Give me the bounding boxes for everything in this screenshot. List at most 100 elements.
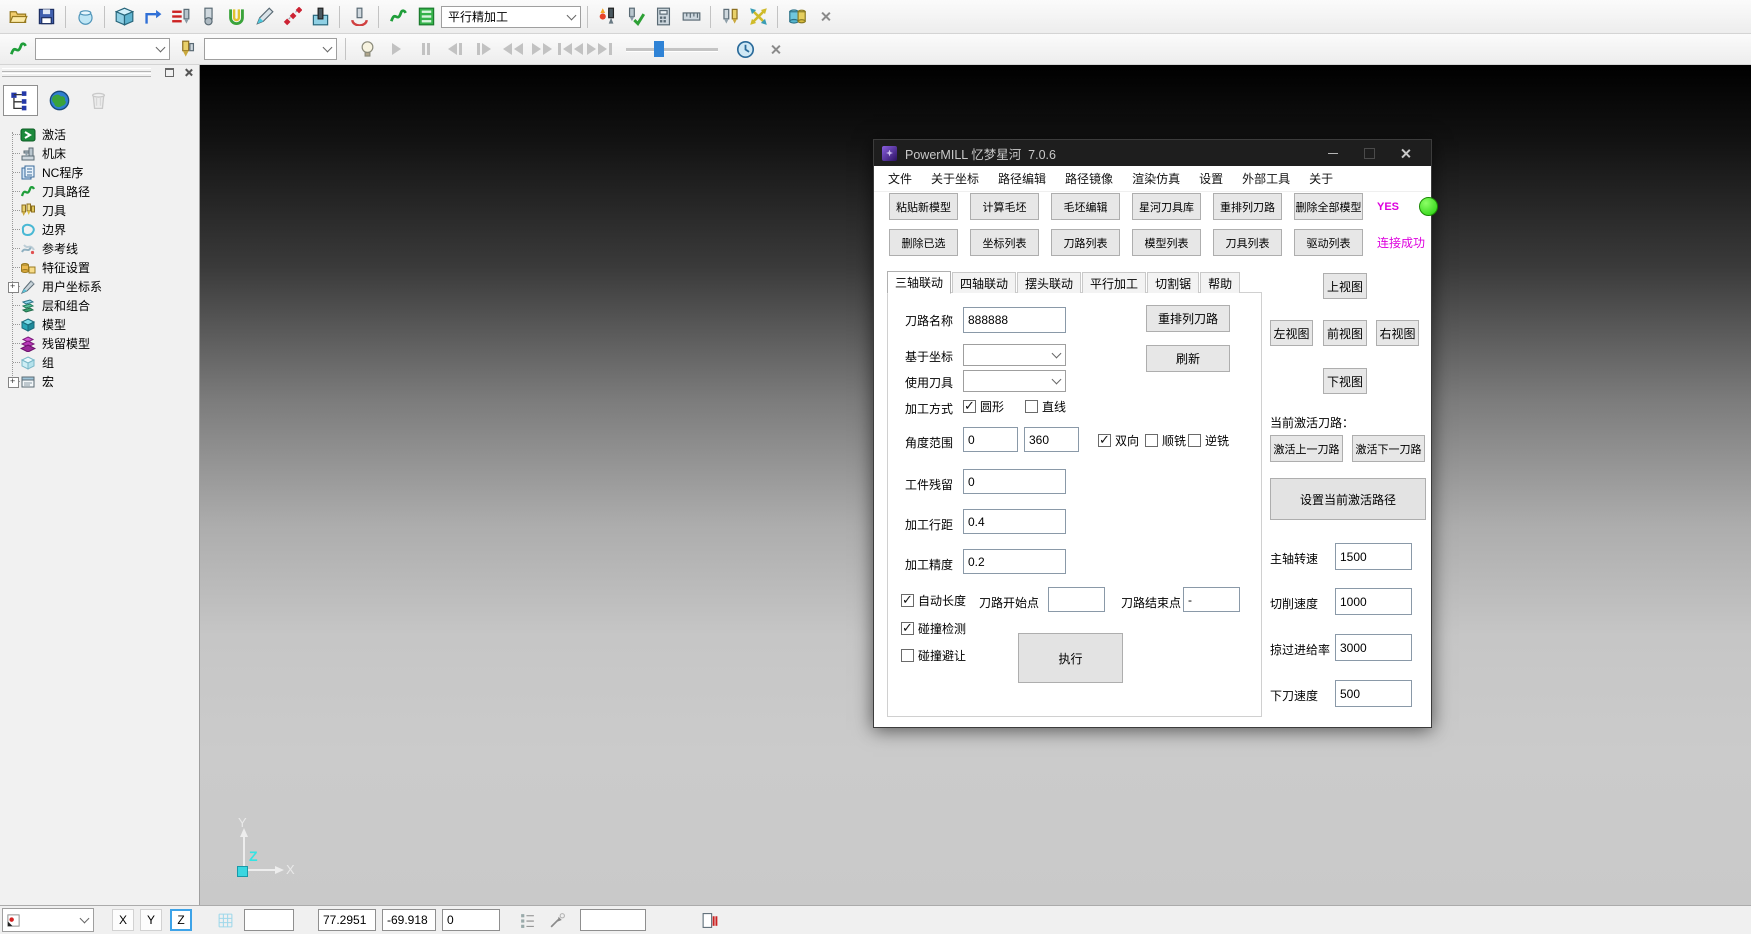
checkbox-checked-icon[interactable] bbox=[963, 400, 976, 413]
model-list-button[interactable]: 模型列表 bbox=[1132, 229, 1201, 256]
pointer-snap-icon[interactable] bbox=[544, 908, 570, 932]
tab-parallel[interactable]: 平行加工 bbox=[1082, 272, 1146, 293]
use-tool-combo[interactable] bbox=[963, 370, 1066, 392]
collision-avoid-checkbox[interactable]: 碰撞避让 bbox=[901, 647, 966, 664]
angle-to-input[interactable]: 360 bbox=[1024, 427, 1079, 452]
close-button[interactable] bbox=[1387, 140, 1423, 166]
stock-allowance-input[interactable]: 0 bbox=[963, 469, 1066, 494]
toolpath-list-button[interactable]: 刀路列表 bbox=[1051, 229, 1120, 256]
menu-render-sim[interactable]: 渲染仿真 bbox=[1132, 170, 1180, 187]
panel-restore-button[interactable] bbox=[162, 66, 177, 78]
based-coord-combo[interactable] bbox=[963, 344, 1066, 366]
panel-close-button[interactable] bbox=[181, 66, 196, 78]
tab-4axis[interactable]: 四轴联动 bbox=[952, 272, 1016, 293]
stock-block-icon[interactable] bbox=[72, 4, 98, 30]
tree-item-machine[interactable]: 机床 bbox=[0, 144, 199, 163]
tool-database-icon[interactable] bbox=[307, 4, 333, 30]
step-forward-button[interactable] bbox=[471, 37, 496, 61]
step-back-button[interactable] bbox=[442, 37, 467, 61]
delete-selected-button[interactable]: 删除已选 bbox=[889, 229, 958, 256]
axis-z-button[interactable]: Z bbox=[170, 909, 192, 931]
dialog-titlebar[interactable]: PowerMILL 忆梦星河 7.0.6 bbox=[874, 140, 1431, 166]
checkbox-icon[interactable] bbox=[1188, 434, 1201, 447]
tree-item-model[interactable]: 模型 bbox=[0, 315, 199, 334]
checkbox-icon[interactable] bbox=[901, 649, 914, 662]
clock-icon[interactable] bbox=[732, 36, 758, 62]
close-toolbar-icon[interactable] bbox=[762, 36, 788, 62]
checkbox-icon[interactable] bbox=[1025, 400, 1038, 413]
create-block-icon[interactable] bbox=[111, 4, 137, 30]
simulation-speed-slider[interactable] bbox=[626, 40, 718, 58]
execute-button[interactable]: 执行 bbox=[1018, 633, 1123, 683]
view-right-button[interactable]: 右视图 bbox=[1376, 320, 1419, 346]
tool-select-combo[interactable] bbox=[204, 38, 337, 60]
spindle-speed-input[interactable]: 1500 bbox=[1335, 543, 1412, 570]
auto-length-checkbox[interactable]: 自动长度 bbox=[901, 592, 966, 609]
strategy-list-icon[interactable] bbox=[413, 4, 439, 30]
tree-item-activate[interactable]: 激活 bbox=[0, 125, 199, 144]
cutting-feed-input[interactable]: 1000 bbox=[1335, 588, 1412, 615]
minimize-button[interactable] bbox=[1315, 140, 1351, 166]
refresh-button[interactable]: 刷新 bbox=[1146, 345, 1230, 372]
go-to-start-button[interactable] bbox=[558, 37, 583, 61]
tool-verify-icon[interactable] bbox=[622, 4, 648, 30]
delete-all-models-button[interactable]: 删除全部模型 bbox=[1294, 193, 1363, 220]
strategy-combo[interactable]: 平行精加工 bbox=[441, 6, 581, 28]
tool-library-button[interactable]: 星河刀具库 bbox=[1132, 193, 1201, 220]
checkbox-checked-icon[interactable] bbox=[901, 594, 914, 607]
coord-list-button[interactable]: 坐标列表 bbox=[970, 229, 1039, 256]
tree-item-boundary[interactable]: 边界 bbox=[0, 220, 199, 239]
menu-path-mirror[interactable]: 路径镜像 bbox=[1065, 170, 1113, 187]
tab-help[interactable]: 帮助 bbox=[1200, 272, 1240, 293]
view-top-button[interactable]: 上视图 bbox=[1323, 273, 1367, 299]
cursor-x-field[interactable]: 77.2951 bbox=[318, 909, 376, 931]
tab-head-swing[interactable]: 摆头联动 bbox=[1017, 272, 1081, 293]
active-tool-flame-icon[interactable] bbox=[594, 4, 620, 30]
lightbulb-icon[interactable] bbox=[354, 36, 380, 62]
leads-links-icon[interactable] bbox=[139, 4, 165, 30]
play-button[interactable] bbox=[384, 37, 409, 61]
climb-mill-checkbox[interactable]: 顺铣 bbox=[1145, 432, 1186, 449]
mode-circle-checkbox[interactable]: 圆形 bbox=[963, 398, 1004, 415]
tree-item-pattern[interactable]: 参考线 bbox=[0, 239, 199, 258]
rearrange-button[interactable]: 重排列刀路 bbox=[1146, 305, 1230, 332]
snap-value-field[interactable] bbox=[244, 909, 294, 931]
tool-holders-icon[interactable] bbox=[784, 4, 810, 30]
tool-list-button[interactable]: 刀具列表 bbox=[1213, 229, 1282, 256]
tool-icon[interactable] bbox=[174, 36, 200, 62]
pause-button[interactable] bbox=[413, 37, 438, 61]
tree-item-levels[interactable]: 层和组合 bbox=[0, 296, 199, 315]
menu-external-tools[interactable]: 外部工具 bbox=[1242, 170, 1290, 187]
rearrange-toolpaths-button[interactable]: 重排列刀路 bbox=[1213, 193, 1282, 220]
toolpath-select-combo[interactable] bbox=[35, 38, 170, 60]
open-file-icon[interactable] bbox=[5, 4, 31, 30]
axis-y-button[interactable]: Y bbox=[140, 909, 162, 931]
activate-next-toolpath-button[interactable]: 激活下一刀路 bbox=[1352, 435, 1425, 462]
grid-snap-icon[interactable] bbox=[212, 908, 238, 932]
tree-item-feature-set[interactable]: 特征设置 bbox=[0, 258, 199, 277]
tree-item-nc-program[interactable]: NC程序 bbox=[0, 163, 199, 182]
end-point-input[interactable]: - bbox=[1183, 587, 1240, 612]
checkbox-checked-icon[interactable] bbox=[901, 622, 914, 635]
view-front-button[interactable]: 前视图 bbox=[1323, 320, 1367, 346]
reference-points-icon[interactable] bbox=[279, 4, 305, 30]
measure-field[interactable] bbox=[580, 909, 646, 931]
toolpath-icon[interactable] bbox=[5, 36, 31, 62]
mode-line-checkbox[interactable]: 直线 bbox=[1025, 398, 1066, 415]
tab-3axis[interactable]: 三轴联动 bbox=[887, 271, 951, 294]
start-point-input[interactable] bbox=[1048, 587, 1105, 612]
collision-check-checkbox[interactable]: 碰撞检测 bbox=[901, 620, 966, 637]
probe-combo[interactable] bbox=[2, 908, 94, 932]
panel-grip[interactable] bbox=[0, 65, 199, 80]
measure-ruler-icon[interactable] bbox=[678, 4, 704, 30]
recycle-bin-tab[interactable] bbox=[81, 85, 116, 116]
tool-tip-icon[interactable] bbox=[195, 4, 221, 30]
view-left-button[interactable]: 左视图 bbox=[1270, 320, 1313, 346]
menu-settings[interactable]: 设置 bbox=[1199, 170, 1223, 187]
menu-path-edit[interactable]: 路径编辑 bbox=[998, 170, 1046, 187]
checkbox-checked-icon[interactable] bbox=[1098, 434, 1111, 447]
tree-item-stock-model[interactable]: 残留模型 bbox=[0, 334, 199, 353]
plunge-feed-input[interactable]: 500 bbox=[1335, 680, 1412, 707]
go-to-end-button[interactable] bbox=[587, 37, 612, 61]
save-icon[interactable] bbox=[33, 4, 59, 30]
